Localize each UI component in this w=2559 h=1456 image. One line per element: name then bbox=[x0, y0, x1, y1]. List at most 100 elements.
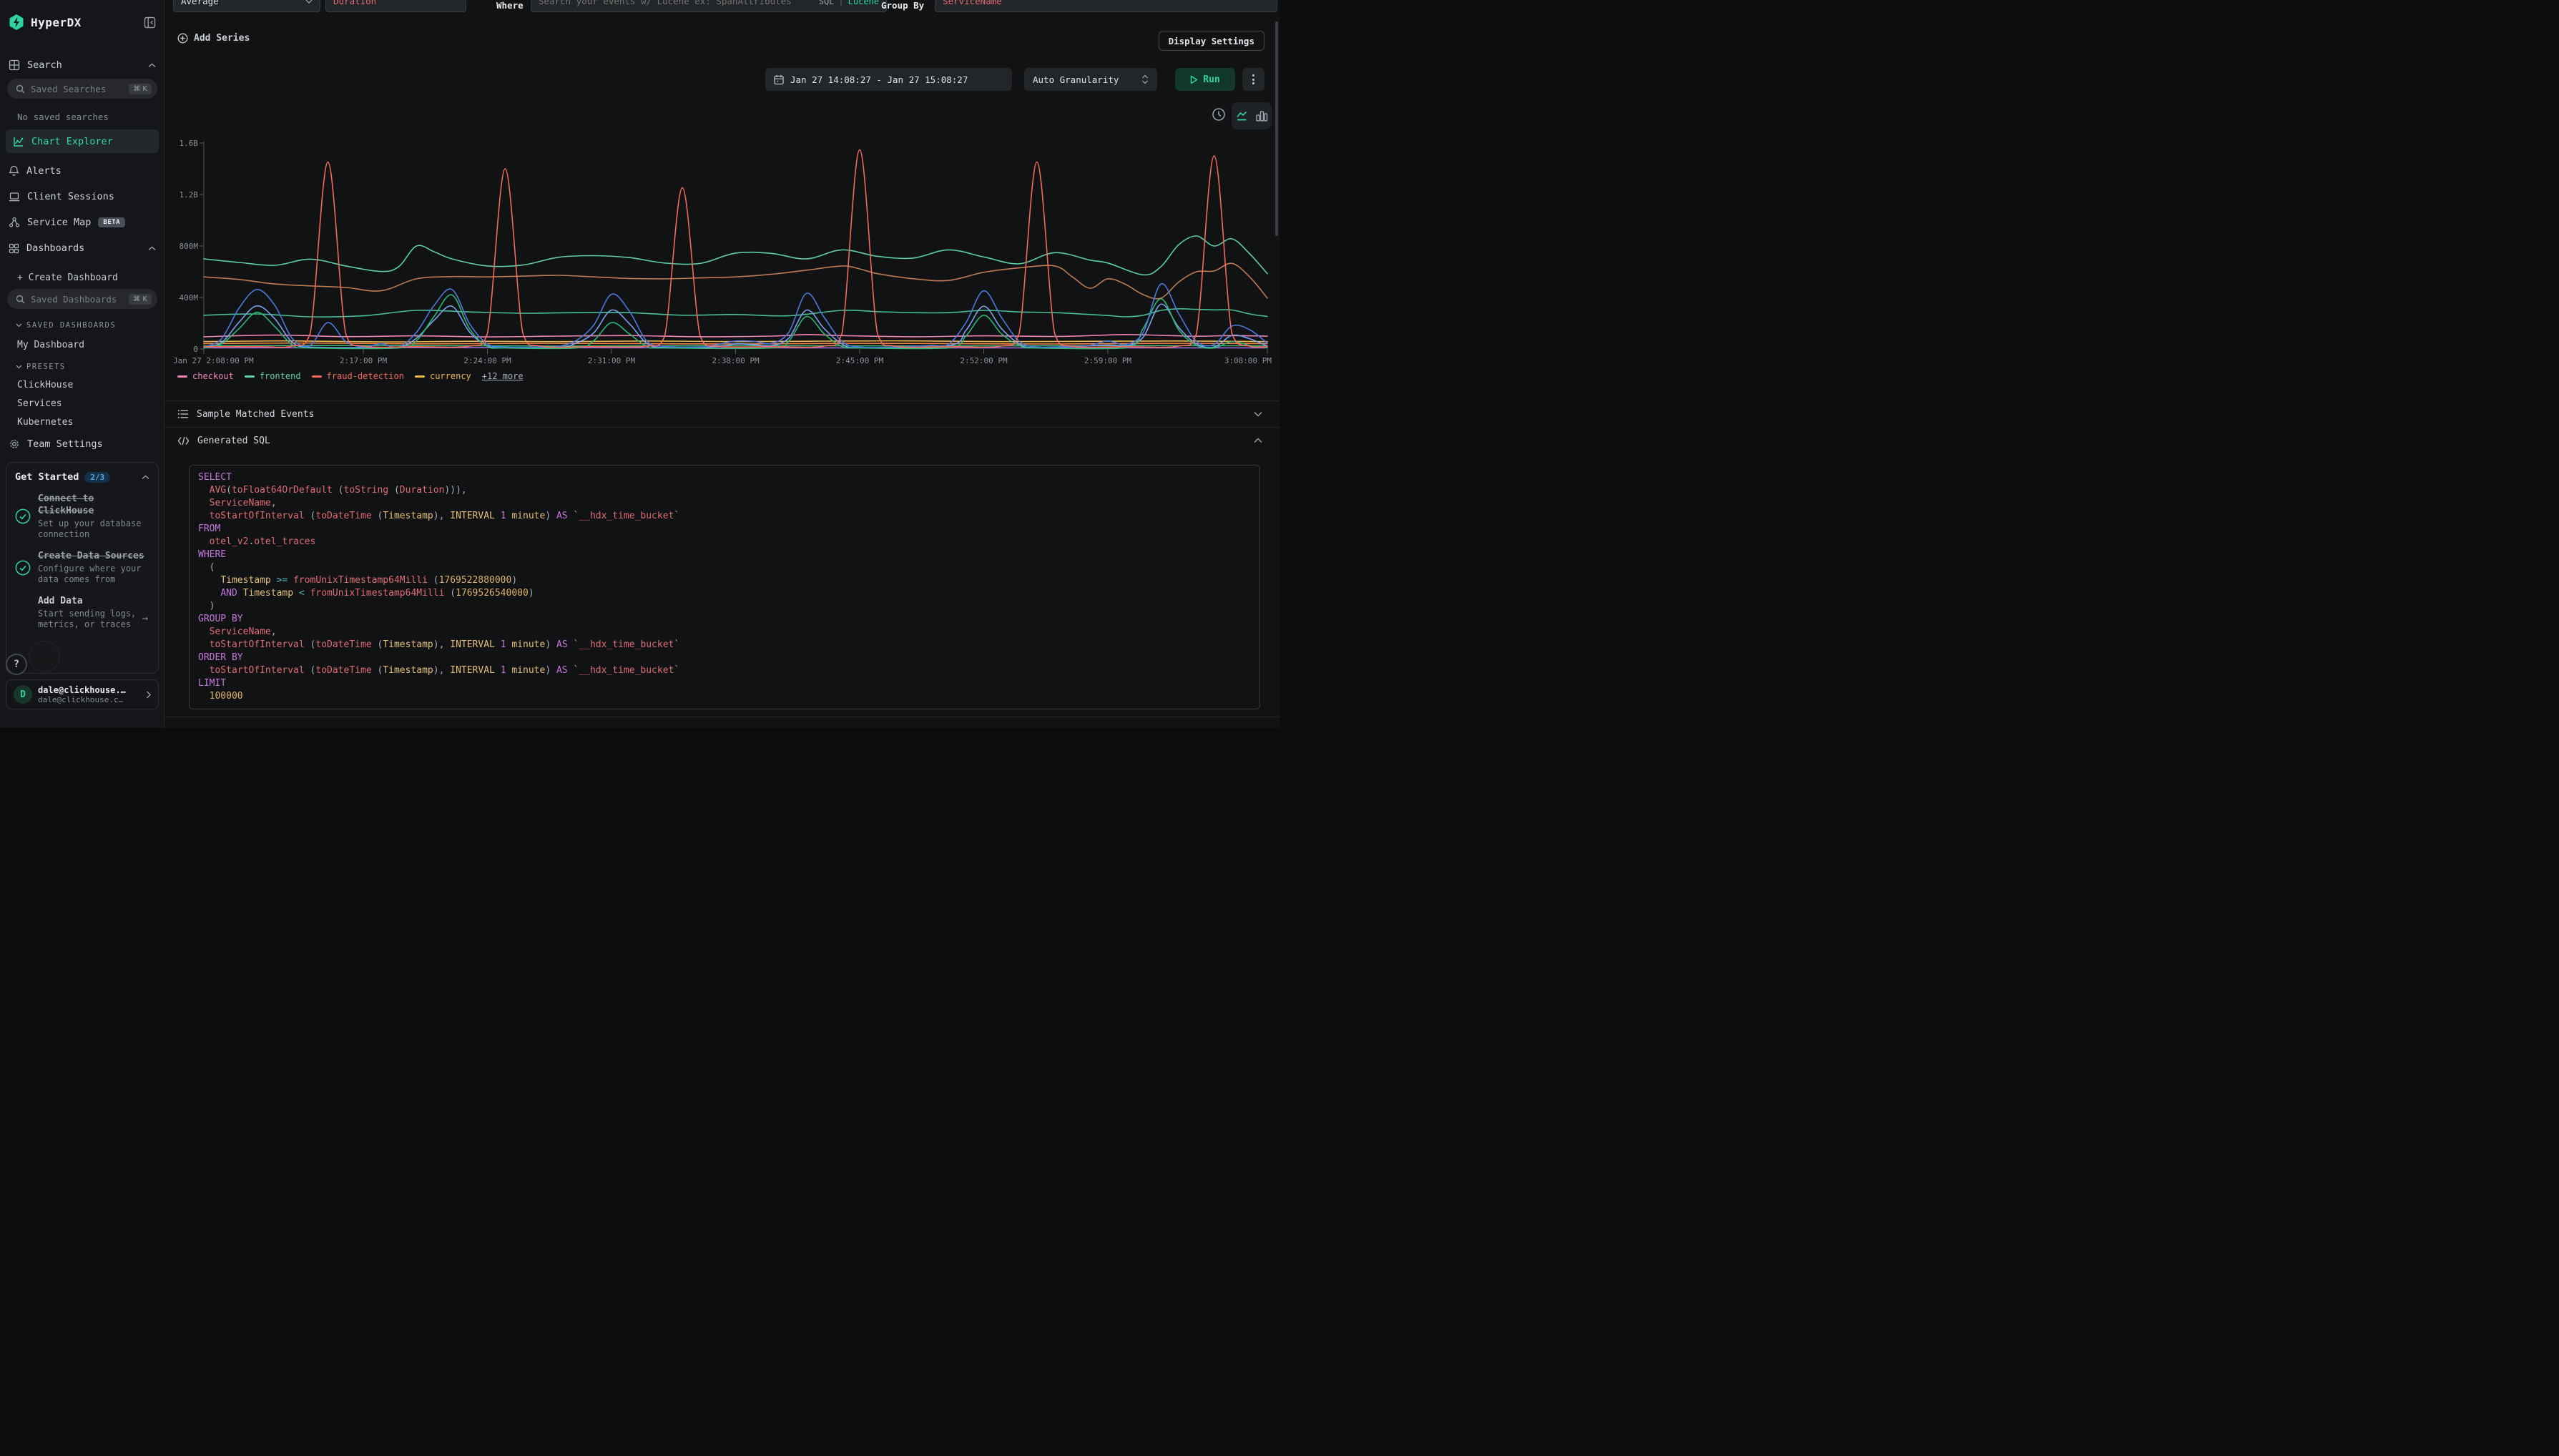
brand-name: HyperDX bbox=[31, 16, 82, 29]
display-settings-button[interactable]: Display Settings bbox=[1159, 31, 1264, 51]
get-started-item[interactable]: Add DataStart sending logs, metrics, or … bbox=[15, 595, 149, 630]
sidebar-item-my-dashboard[interactable]: My Dashboard bbox=[17, 336, 84, 353]
saved-searches-input[interactable]: Saved Searches ⌘ K bbox=[7, 79, 157, 99]
language-lucene[interactable]: Lucene bbox=[848, 0, 879, 6]
legend-item[interactable]: fraud-detection bbox=[312, 371, 404, 381]
legend-more-link[interactable]: +12 more bbox=[482, 371, 524, 381]
hyperdx-logo-icon bbox=[9, 14, 24, 31]
aggregation-value: Average bbox=[181, 0, 219, 6]
search-input[interactable] bbox=[539, 0, 796, 6]
sidebar-item-alerts[interactable]: Alerts bbox=[0, 160, 164, 182]
sidebar-item-label: Dashboards bbox=[26, 242, 84, 254]
item-text: Connect to ClickHouseSet up your databas… bbox=[38, 493, 149, 540]
calendar-icon bbox=[774, 74, 784, 85]
legend-label: currency bbox=[430, 371, 471, 381]
group-by-input[interactable] bbox=[943, 0, 1269, 6]
sidebar-item-service-map[interactable]: Service Map BETA bbox=[0, 212, 164, 233]
generated-sql-section[interactable]: Generated SQL bbox=[164, 427, 1280, 453]
bell-icon bbox=[9, 165, 19, 177]
avatar: D bbox=[14, 685, 32, 704]
svg-text:2:52:00 PM: 2:52:00 PM bbox=[960, 356, 1008, 365]
item-desc: Start sending logs, metrics, or traces bbox=[38, 609, 149, 630]
granularity-select[interactable]: Auto Granularity bbox=[1024, 68, 1157, 91]
legend-swatch bbox=[177, 375, 187, 378]
language-toggle[interactable]: SQL | Lucene bbox=[819, 0, 879, 6]
get-started-item[interactable]: Create Data SourcesConfigure where your … bbox=[15, 550, 149, 585]
sidebar-item-dashboards[interactable]: Dashboards bbox=[0, 237, 164, 259]
add-series-button[interactable]: Add Series bbox=[177, 33, 250, 44]
svg-text:0: 0 bbox=[193, 345, 198, 354]
user-email: dale@clickhouse.c… bbox=[38, 695, 140, 704]
saved-dashboards-placeholder: Saved Dashboards bbox=[31, 294, 123, 305]
sql-line: ORDER BY bbox=[198, 651, 1251, 664]
where-label: Where bbox=[496, 0, 524, 11]
chevron-up-icon bbox=[1254, 438, 1262, 443]
aggregation-select[interactable]: Average bbox=[173, 0, 320, 12]
help-bubble-secondary bbox=[29, 641, 60, 672]
get-started-item[interactable]: Connect to ClickHouseSet up your databas… bbox=[15, 493, 149, 540]
run-button[interactable]: Run bbox=[1175, 68, 1235, 91]
generated-sql-code[interactable]: SELECT AVG(toFloat64OrDefault (toString … bbox=[189, 465, 1260, 709]
sidebar-item-preset[interactable]: Kubernetes bbox=[17, 413, 73, 431]
date-range-input[interactable]: Jan 27 14:08:27 - Jan 27 15:08:27 bbox=[765, 68, 1012, 91]
bar-chart-toggle[interactable] bbox=[1255, 109, 1268, 122]
language-sql[interactable]: SQL bbox=[819, 0, 835, 6]
legend-item[interactable]: currency bbox=[415, 371, 471, 381]
chart-legend: checkout frontend fraud-detection currency +… bbox=[177, 371, 524, 381]
sidebar-item-search[interactable]: Search bbox=[0, 54, 164, 76]
get-started-collapse-button[interactable] bbox=[142, 475, 149, 480]
legend-label: checkout bbox=[192, 371, 234, 381]
sidebar-item-preset[interactable]: ClickHouse bbox=[17, 376, 73, 393]
time-icon-button[interactable] bbox=[1212, 107, 1226, 122]
item-desc: Configure where your data comes from bbox=[38, 564, 149, 585]
app-window: HyperDX Search bbox=[0, 0, 1280, 728]
sql-line: toStartOfInterval (toDateTime (Timestamp… bbox=[198, 639, 1251, 651]
series-unnamed-teal bbox=[204, 309, 1267, 317]
sidebar-item-team-settings[interactable]: Team Settings bbox=[0, 433, 164, 455]
legend-item[interactable]: frontend bbox=[245, 371, 301, 381]
sidebar-item-client-sessions[interactable]: Client Sessions bbox=[0, 186, 164, 207]
user-menu[interactable]: D dale@clickhouse.… dale@clickhouse.c… bbox=[6, 679, 159, 709]
svg-text:2:59:00 PM: 2:59:00 PM bbox=[1084, 356, 1132, 365]
svg-text:3:08:00 PM: 3:08:00 PM bbox=[1224, 356, 1272, 365]
more-options-button[interactable] bbox=[1242, 68, 1264, 91]
sidebar-item-preset[interactable]: Services bbox=[17, 395, 62, 412]
line-chart-icon bbox=[1236, 109, 1249, 122]
chevron-down-icon bbox=[305, 0, 313, 4]
svg-text:1.6B: 1.6B bbox=[180, 139, 199, 148]
list-icon bbox=[177, 409, 189, 419]
item-text: Add DataStart sending logs, metrics, or … bbox=[38, 595, 149, 630]
group-by-input-wrap bbox=[935, 0, 1277, 12]
create-dashboard-button[interactable]: + Create Dashboard bbox=[17, 269, 118, 286]
sql-line: FROM bbox=[198, 523, 1251, 536]
saved-dashboards-group-header[interactable]: SAVED DASHBOARDS bbox=[16, 320, 116, 331]
gear-icon bbox=[9, 438, 20, 450]
sidebar-item-chart-explorer[interactable]: Chart Explorer bbox=[6, 129, 159, 153]
section-label: Sample Matched Events bbox=[197, 409, 314, 420]
group-header-label: SAVED DASHBOARDS bbox=[26, 321, 116, 330]
check-column bbox=[15, 493, 31, 540]
scrollbar-thumb[interactable] bbox=[1275, 21, 1278, 236]
presets-group-header[interactable]: PRESETS bbox=[16, 361, 66, 373]
help-button[interactable]: ? bbox=[6, 654, 27, 675]
series-frontend bbox=[204, 236, 1267, 275]
chevron-up-down-icon bbox=[1141, 74, 1149, 84]
shortcut-badge: ⌘ K bbox=[129, 294, 152, 305]
timeseries-chart[interactable]: 0400M800M1.2B1.6BJan 27 2:08:00 PM2:17:0… bbox=[172, 137, 1277, 373]
series-checkout bbox=[204, 335, 1267, 337]
sql-line: LIMIT bbox=[198, 677, 1251, 690]
collapse-sidebar-button[interactable] bbox=[144, 16, 156, 29]
chart-type-toggle bbox=[1232, 102, 1272, 129]
legend-swatch bbox=[245, 375, 255, 378]
sample-matched-events-section[interactable]: Sample Matched Events bbox=[164, 400, 1280, 427]
dashboards-icon bbox=[9, 243, 19, 254]
field-input[interactable] bbox=[333, 0, 458, 6]
line-chart-toggle[interactable] bbox=[1236, 109, 1249, 122]
brand: HyperDX bbox=[0, 11, 164, 33]
search-icon bbox=[16, 84, 25, 94]
sidebar-item-label: Team Settings bbox=[27, 438, 103, 450]
laptop-icon bbox=[9, 192, 20, 202]
saved-dashboards-input[interactable]: Saved Dashboards ⌘ K bbox=[7, 289, 157, 309]
legend-item[interactable]: checkout bbox=[177, 371, 234, 381]
sidebar-item-label: Client Sessions bbox=[27, 191, 114, 202]
